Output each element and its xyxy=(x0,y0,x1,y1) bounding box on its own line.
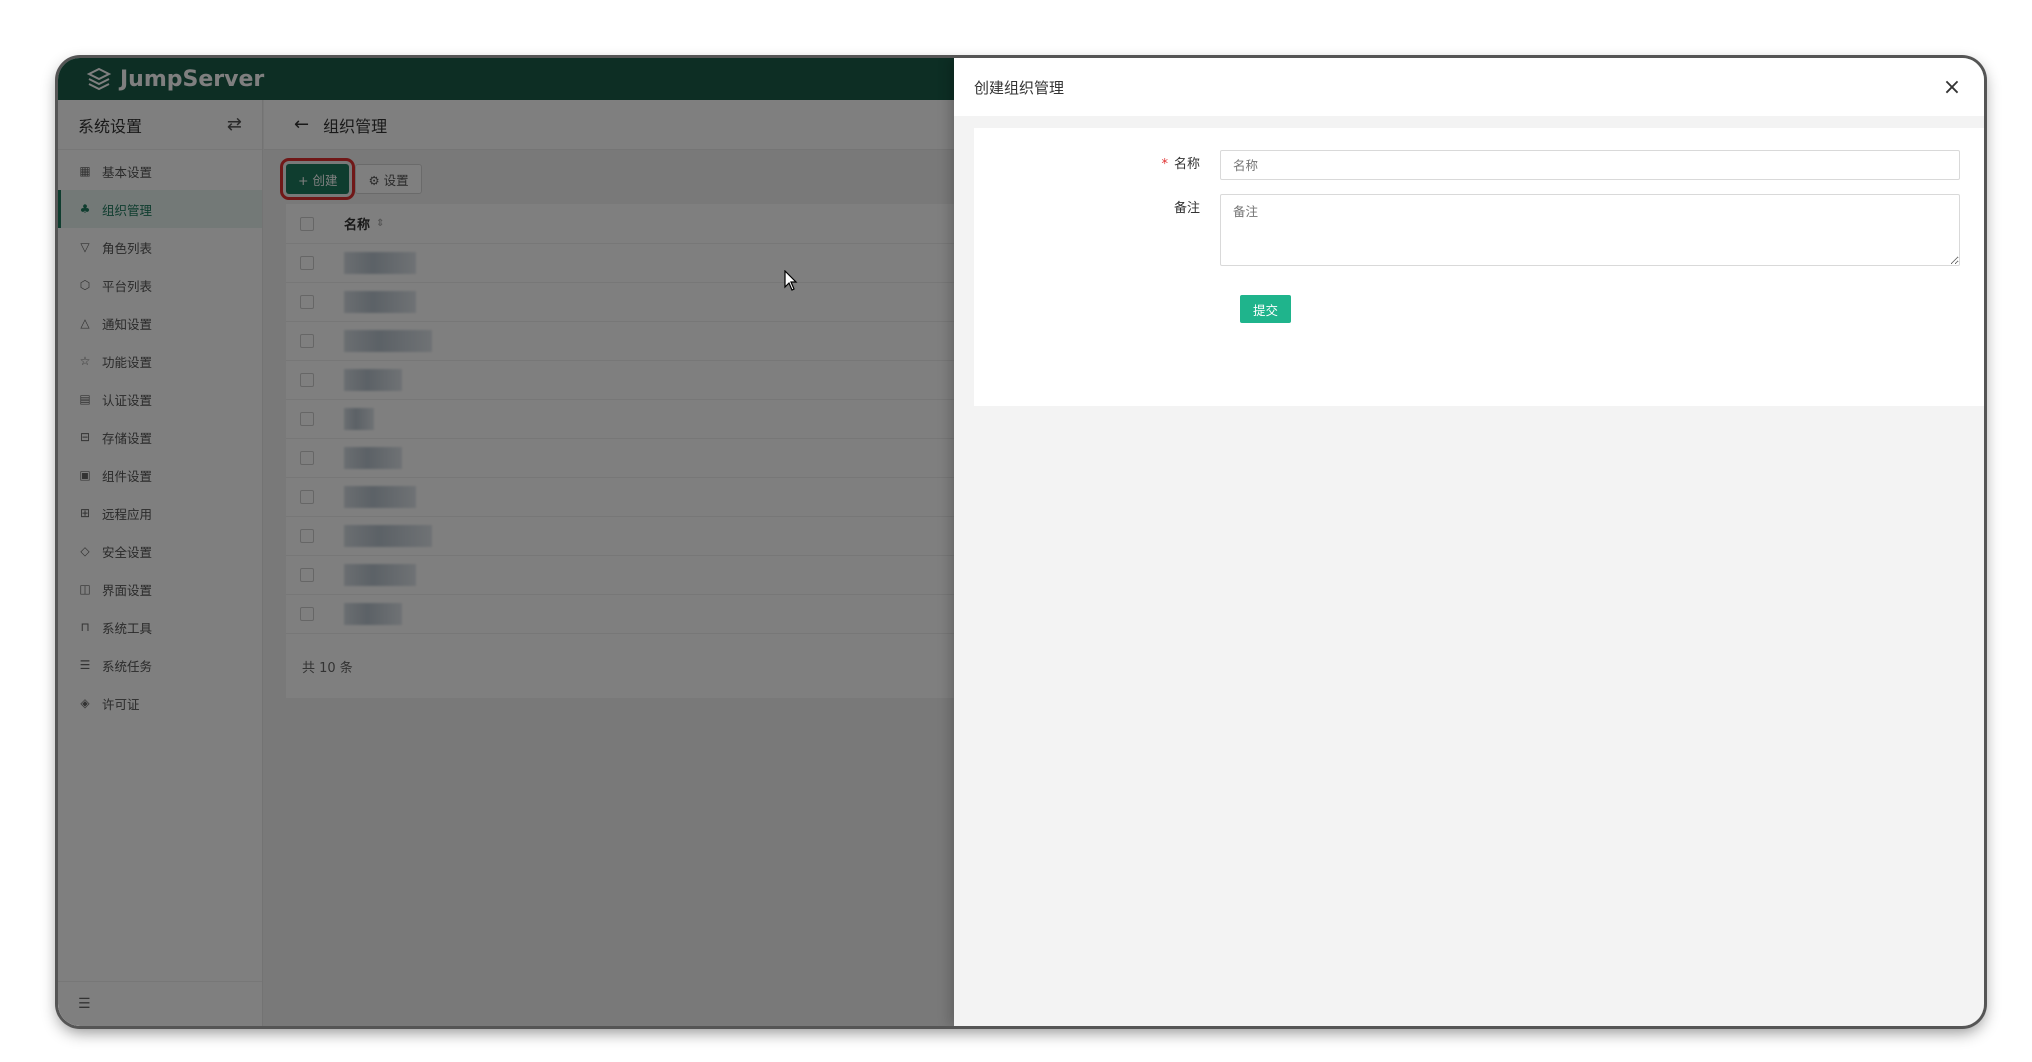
name-label: * 名称 xyxy=(974,150,1220,180)
create-org-form: * 名称 备注 提交 xyxy=(974,128,1984,406)
app-window: JumpServer 系统设置 ⇄ ▦基本设置 ♣组织管理 ▽角色列表 ⬡平台列… xyxy=(58,58,1984,1026)
drawer-title: 创建组织管理 xyxy=(974,78,1065,97)
required-mark: * xyxy=(1161,157,1168,172)
name-row: * 名称 xyxy=(974,150,1960,180)
comment-textarea[interactable] xyxy=(1220,194,1960,266)
name-label-text: 名称 xyxy=(1173,157,1200,172)
name-input[interactable] xyxy=(1220,150,1960,180)
drawer-header: 创建组织管理 × xyxy=(954,58,1984,116)
close-icon[interactable]: × xyxy=(1942,75,1962,100)
mouse-cursor-icon xyxy=(784,270,798,291)
comment-label: 备注 xyxy=(1173,201,1200,216)
comment-row: 备注 xyxy=(974,194,1960,266)
create-org-drawer: 创建组织管理 × * 名称 备注 提交 xyxy=(954,58,1984,1026)
submit-button[interactable]: 提交 xyxy=(1240,295,1292,323)
